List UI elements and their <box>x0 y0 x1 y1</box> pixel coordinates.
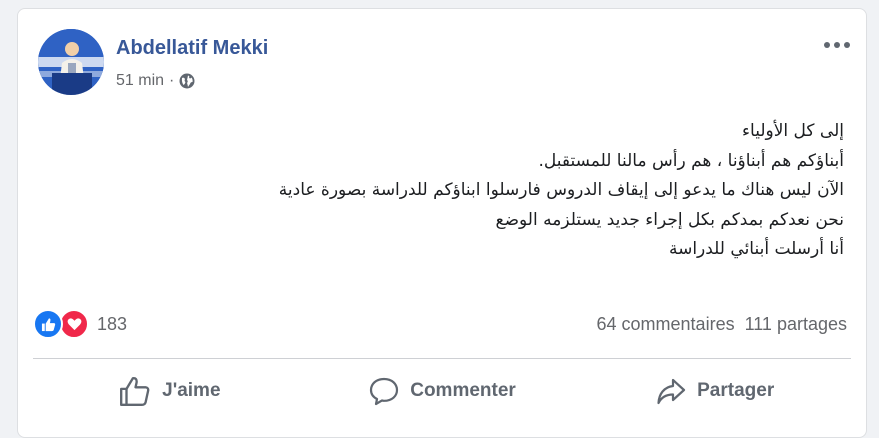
comment-label: Commenter <box>410 380 516 401</box>
more-options-button[interactable] <box>822 35 852 55</box>
thumbs-up-icon <box>120 377 150 406</box>
share-label: Partager <box>697 380 775 401</box>
post-text-line: أنا أرسلت أبنائي للدراسة <box>668 239 844 259</box>
like-icon <box>33 309 63 339</box>
more-icon <box>824 42 850 48</box>
globe-icon[interactable] <box>179 73 195 89</box>
post-text-line: إلى كل الأولياء <box>742 121 844 141</box>
post-text-line: أبناؤكم هم أبناؤنا ، هم رأس مالنا للمستق… <box>538 150 844 171</box>
comments-count[interactable]: 64 commentaires <box>597 314 735 335</box>
post-card: Abdellatif Mekki 51 min · إلى كل الأوليا… <box>17 8 867 438</box>
reactions-summary[interactable]: 183 <box>33 309 127 339</box>
post-text-line: نحن نعدكم بمدكم بكل إجراء جديد يستلزمه ا… <box>495 209 844 230</box>
engagement-counts: 64 commentaires 111 partages <box>597 314 847 335</box>
post-time[interactable]: 51 min <box>116 72 164 90</box>
avatar[interactable] <box>38 29 104 95</box>
author-name[interactable]: Abdellatif Mekki <box>116 37 268 60</box>
comment-icon <box>370 377 399 406</box>
meta-separator: · <box>169 72 175 89</box>
post-meta: 51 min · <box>116 72 195 90</box>
divider <box>33 358 851 359</box>
reaction-count: 183 <box>97 313 128 334</box>
post-actions: J'aime Commenter Partager <box>33 367 851 415</box>
post-text-line: الآن ليس هناك ما يدعو إلى إيقاف الدروس ف… <box>278 180 844 200</box>
like-button[interactable]: J'aime <box>33 367 306 415</box>
comment-button[interactable]: Commenter <box>306 367 579 415</box>
share-icon <box>657 378 686 405</box>
like-label: J'aime <box>162 380 221 401</box>
share-button[interactable]: Partager <box>578 367 851 415</box>
love-icon <box>59 309 89 339</box>
shares-count[interactable]: 111 partages <box>745 314 847 335</box>
post-text: إلى كل الأولياء أبناؤكم هم أبناؤنا ، هم … <box>64 117 844 265</box>
